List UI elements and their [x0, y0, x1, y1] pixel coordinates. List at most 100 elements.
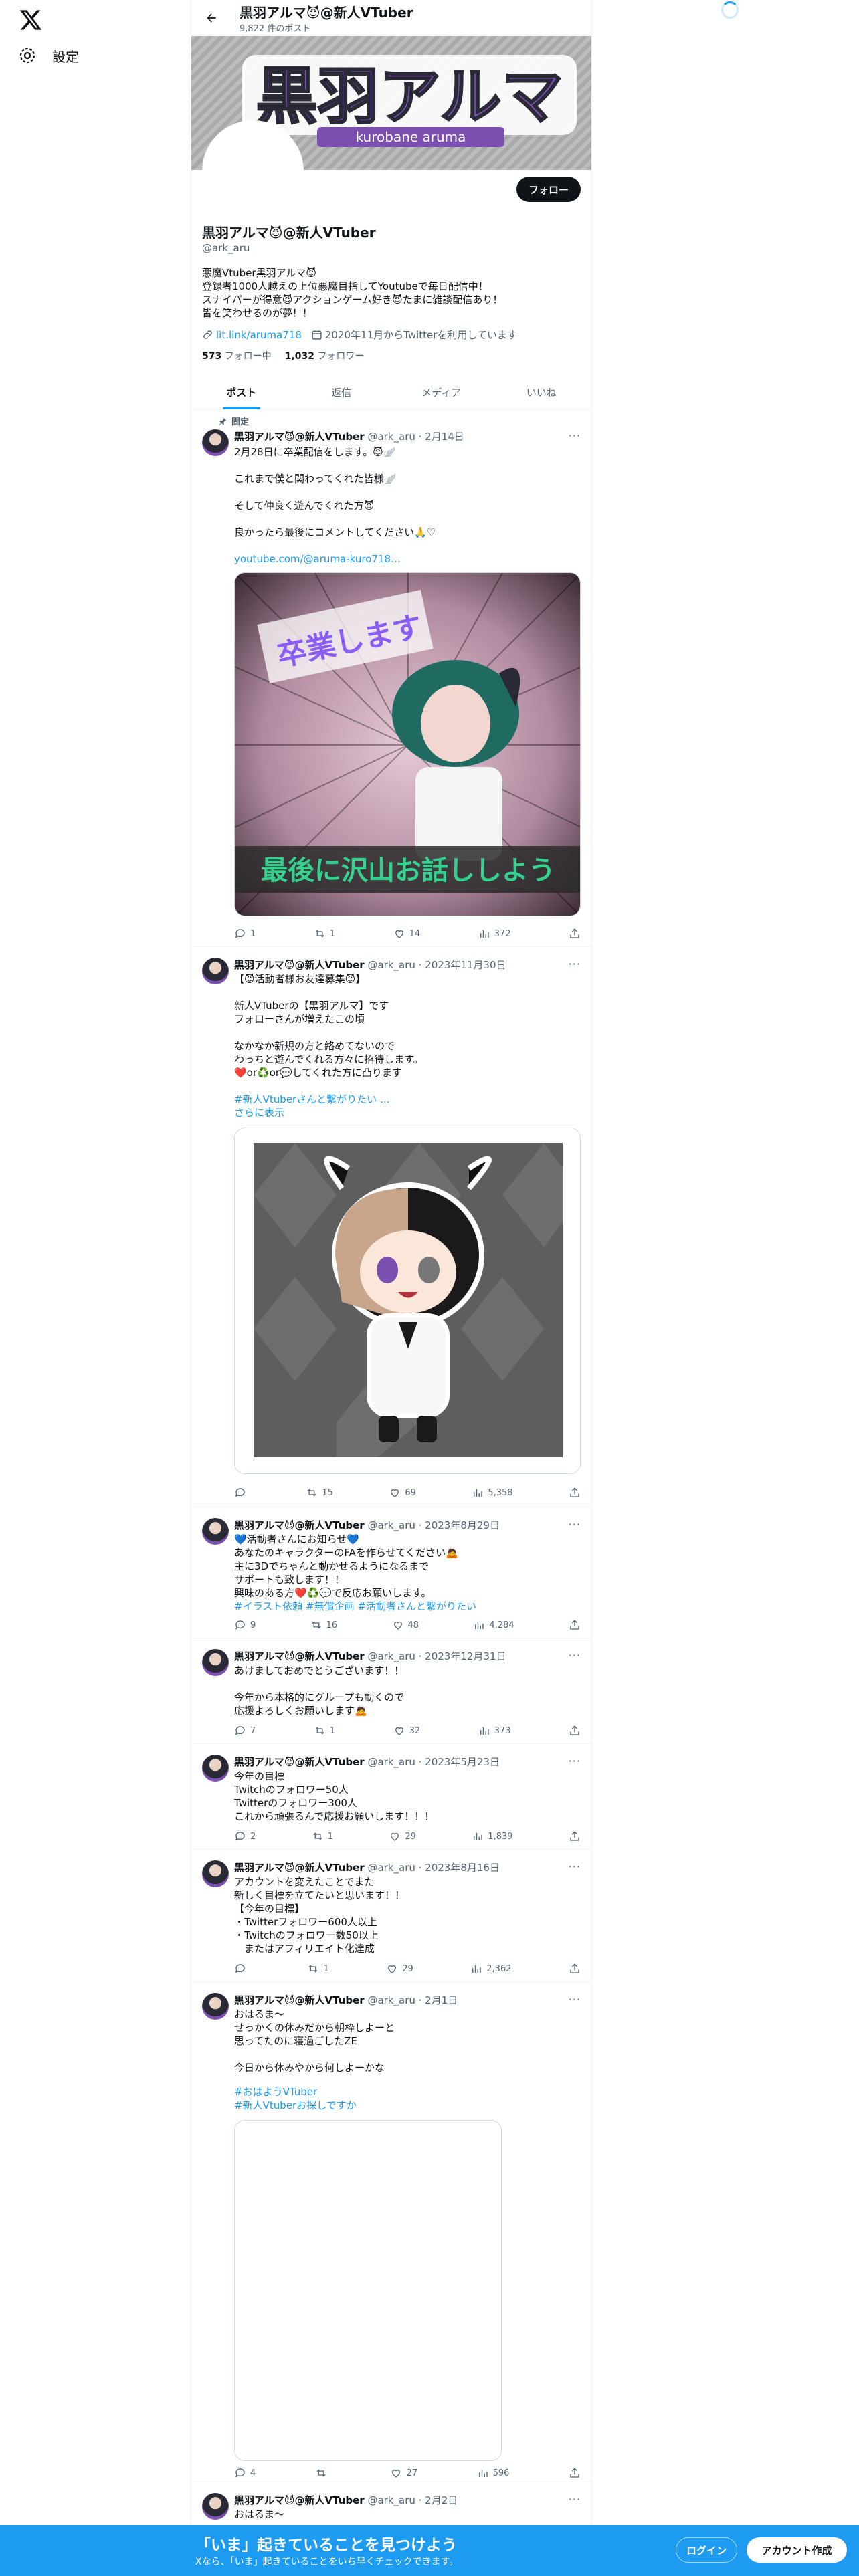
avatar[interactable]: [202, 1755, 229, 1782]
views-button[interactable]: 4,284: [473, 1618, 514, 1632]
login-button[interactable]: ログイン: [676, 2537, 737, 2563]
post-author[interactable]: 黒羽アルマ😈@新人VTuber: [234, 1650, 365, 1662]
post-item[interactable]: 黒羽アルマ😈@新人VTuber @ark_aru · 2月1日 ··· おはるま…: [191, 1982, 591, 2482]
repost-button[interactable]: 1: [307, 1962, 329, 1975]
views-button[interactable]: 373: [478, 1724, 510, 1737]
share-button[interactable]: [569, 1724, 581, 1737]
post-author[interactable]: 黒羽アルマ😈@新人VTuber: [234, 1756, 365, 1768]
reply-button[interactable]: 7: [234, 1724, 256, 1737]
post-author[interactable]: 黒羽アルマ😈@新人VTuber: [234, 1994, 365, 2006]
post-item[interactable]: 黒羽アルマ😈@新人VTuber @ark_aru · 2023年12月31日 ·…: [191, 1638, 591, 1744]
post-hashtags[interactable]: #おはようVTuber #新人Vtuberお探しですか: [234, 2085, 581, 2112]
more-icon[interactable]: ···: [569, 958, 581, 970]
post-author[interactable]: 黒羽アルマ😈@新人VTuber: [234, 959, 365, 971]
reply-button[interactable]: 1: [234, 927, 256, 940]
post-meta[interactable]: @ark_aru · 2023年5月23日: [367, 1756, 500, 1768]
post-item[interactable]: 黒羽アルマ😈@新人VTuber @ark_aru · 2月2日 ··· おはるま…: [191, 2482, 591, 2525]
more-icon[interactable]: ···: [569, 2493, 581, 2506]
share-button[interactable]: [569, 927, 581, 940]
repost-button[interactable]: 1: [312, 1830, 333, 1843]
avatar[interactable]: [202, 1860, 229, 1887]
avatar[interactable]: [202, 1993, 229, 2020]
post-video[interactable]: [234, 2120, 502, 2461]
back-button[interactable]: [201, 7, 222, 29]
avatar[interactable]: [202, 1518, 229, 1545]
more-icon[interactable]: ···: [569, 1860, 581, 1873]
following-stat[interactable]: 573 フォロー中: [202, 349, 272, 362]
reply-button[interactable]: [234, 1486, 250, 1499]
repost-button[interactable]: [315, 2466, 331, 2480]
post-meta[interactable]: @ark_aru · 2023年11月30日: [367, 959, 506, 971]
repost-button[interactable]: 16: [310, 1618, 337, 1632]
repost-button[interactable]: 1: [314, 927, 335, 940]
avatar[interactable]: [202, 2493, 229, 2520]
avatar[interactable]: [202, 429, 229, 456]
repost-button[interactable]: 1: [314, 1724, 335, 1737]
post-item[interactable]: 黒羽アルマ😈@新人VTuber @ark_aru · 2023年11月30日 ·…: [191, 947, 591, 1507]
share-button[interactable]: [569, 1830, 581, 1843]
like-button[interactable]: 14: [393, 927, 420, 940]
post-text: 💙活動者さんにお知らせ💙 あなたのキャラクターのFAを作らせてください🙇 主に3…: [234, 1533, 458, 1599]
reply-button[interactable]: [234, 1962, 250, 1975]
settings-link[interactable]: 設定: [17, 45, 79, 66]
post-meta[interactable]: @ark_aru · 2023年12月31日: [367, 1650, 506, 1662]
more-icon[interactable]: ···: [569, 1518, 581, 1531]
share-button[interactable]: [569, 1962, 581, 1975]
avatar[interactable]: [202, 1649, 229, 1676]
followers-stat[interactable]: 1,032 フォロワー: [285, 349, 365, 362]
views-button[interactable]: 2,362: [470, 1962, 512, 1975]
share-button[interactable]: [569, 1618, 581, 1632]
post-meta[interactable]: @ark_aru · 2月14日: [367, 431, 464, 443]
post-meta[interactable]: @ark_aru · 2月2日: [367, 2494, 458, 2506]
reply-button[interactable]: 2: [234, 1830, 256, 1843]
views-button[interactable]: 1,839: [472, 1830, 513, 1843]
signup-button[interactable]: アカウント作成: [747, 2537, 847, 2563]
post-item[interactable]: 黒羽アルマ😈@新人VTuber @ark_aru · 2023年5月23日 ··…: [191, 1744, 591, 1850]
profile-avatar[interactable]: [202, 120, 304, 222]
like-button[interactable]: 29: [389, 1830, 416, 1843]
like-button[interactable]: 29: [386, 1962, 413, 1975]
more-icon[interactable]: ···: [569, 1649, 581, 1662]
post-image[interactable]: [234, 1128, 581, 1474]
post-author[interactable]: 黒羽アルマ😈@新人VTuber: [234, 1519, 365, 1531]
post-hashtags[interactable]: #新人Vtuberさんと繋がりたい …: [234, 1093, 581, 1106]
post-author[interactable]: 黒羽アルマ😈@新人VTuber: [234, 2494, 365, 2506]
follow-button[interactable]: フォロー: [516, 177, 581, 202]
like-button[interactable]: 69: [389, 1486, 416, 1499]
views-button[interactable]: 5,358: [472, 1486, 513, 1499]
avatar[interactable]: [202, 958, 229, 984]
post-item[interactable]: 黒羽アルマ😈@新人VTuber @ark_aru · 2023年8月16日 ··…: [191, 1850, 591, 1982]
more-icon[interactable]: ···: [569, 1993, 581, 2006]
post-author[interactable]: 黒羽アルマ😈@新人VTuber: [234, 431, 365, 443]
tab-likes[interactable]: いいね: [492, 374, 592, 409]
more-icon[interactable]: ···: [569, 429, 581, 442]
like-button[interactable]: 32: [393, 1724, 420, 1737]
post-meta[interactable]: @ark_aru · 2023年8月29日: [367, 1519, 500, 1531]
share-button[interactable]: [569, 1486, 581, 1499]
post-image[interactable]: 卒業します 最後に沢山お話ししよう: [234, 572, 581, 916]
reply-button[interactable]: 4: [234, 2466, 256, 2480]
repost-button[interactable]: 15: [306, 1486, 333, 1499]
views-button[interactable]: 596: [477, 2466, 509, 2480]
tab-posts[interactable]: ポスト: [191, 374, 292, 409]
post-meta[interactable]: @ark_aru · 2月1日: [367, 1994, 458, 2006]
share-button[interactable]: [569, 2466, 581, 2480]
like-button[interactable]: 48: [392, 1618, 419, 1632]
profile-link[interactable]: lit.link/aruma718: [216, 329, 302, 341]
post-meta[interactable]: @ark_aru · 2023年8月16日: [367, 1862, 500, 1874]
post-link[interactable]: youtube.com/@aruma-kuro718…: [234, 552, 581, 566]
post-author[interactable]: 黒羽アルマ😈@新人VTuber: [234, 1862, 365, 1874]
post-hashtags[interactable]: #イラスト依頼 #無償企画 #活動者さんと繋がりたい: [234, 1600, 581, 1613]
show-more-link[interactable]: さらに表示: [234, 1106, 581, 1119]
profile-link-item[interactable]: lit.link/aruma718: [202, 329, 302, 341]
x-logo-icon[interactable]: [19, 8, 43, 32]
reply-button[interactable]: 9: [234, 1618, 256, 1632]
more-icon[interactable]: ···: [569, 1755, 581, 1767]
views-icon: [474, 1832, 483, 1840]
post-item[interactable]: 黒羽アルマ😈@新人VTuber @ark_aru · 2023年8月29日 ··…: [191, 1507, 591, 1638]
like-button[interactable]: 27: [390, 2466, 417, 2480]
views-button[interactable]: 372: [478, 927, 510, 940]
tab-replies[interactable]: 返信: [292, 374, 392, 409]
post-item[interactable]: 固定 黒羽アルマ😈@新人VTuber @ark_aru · 2月14日 ··· …: [191, 411, 591, 947]
tab-media[interactable]: メディア: [391, 374, 492, 409]
